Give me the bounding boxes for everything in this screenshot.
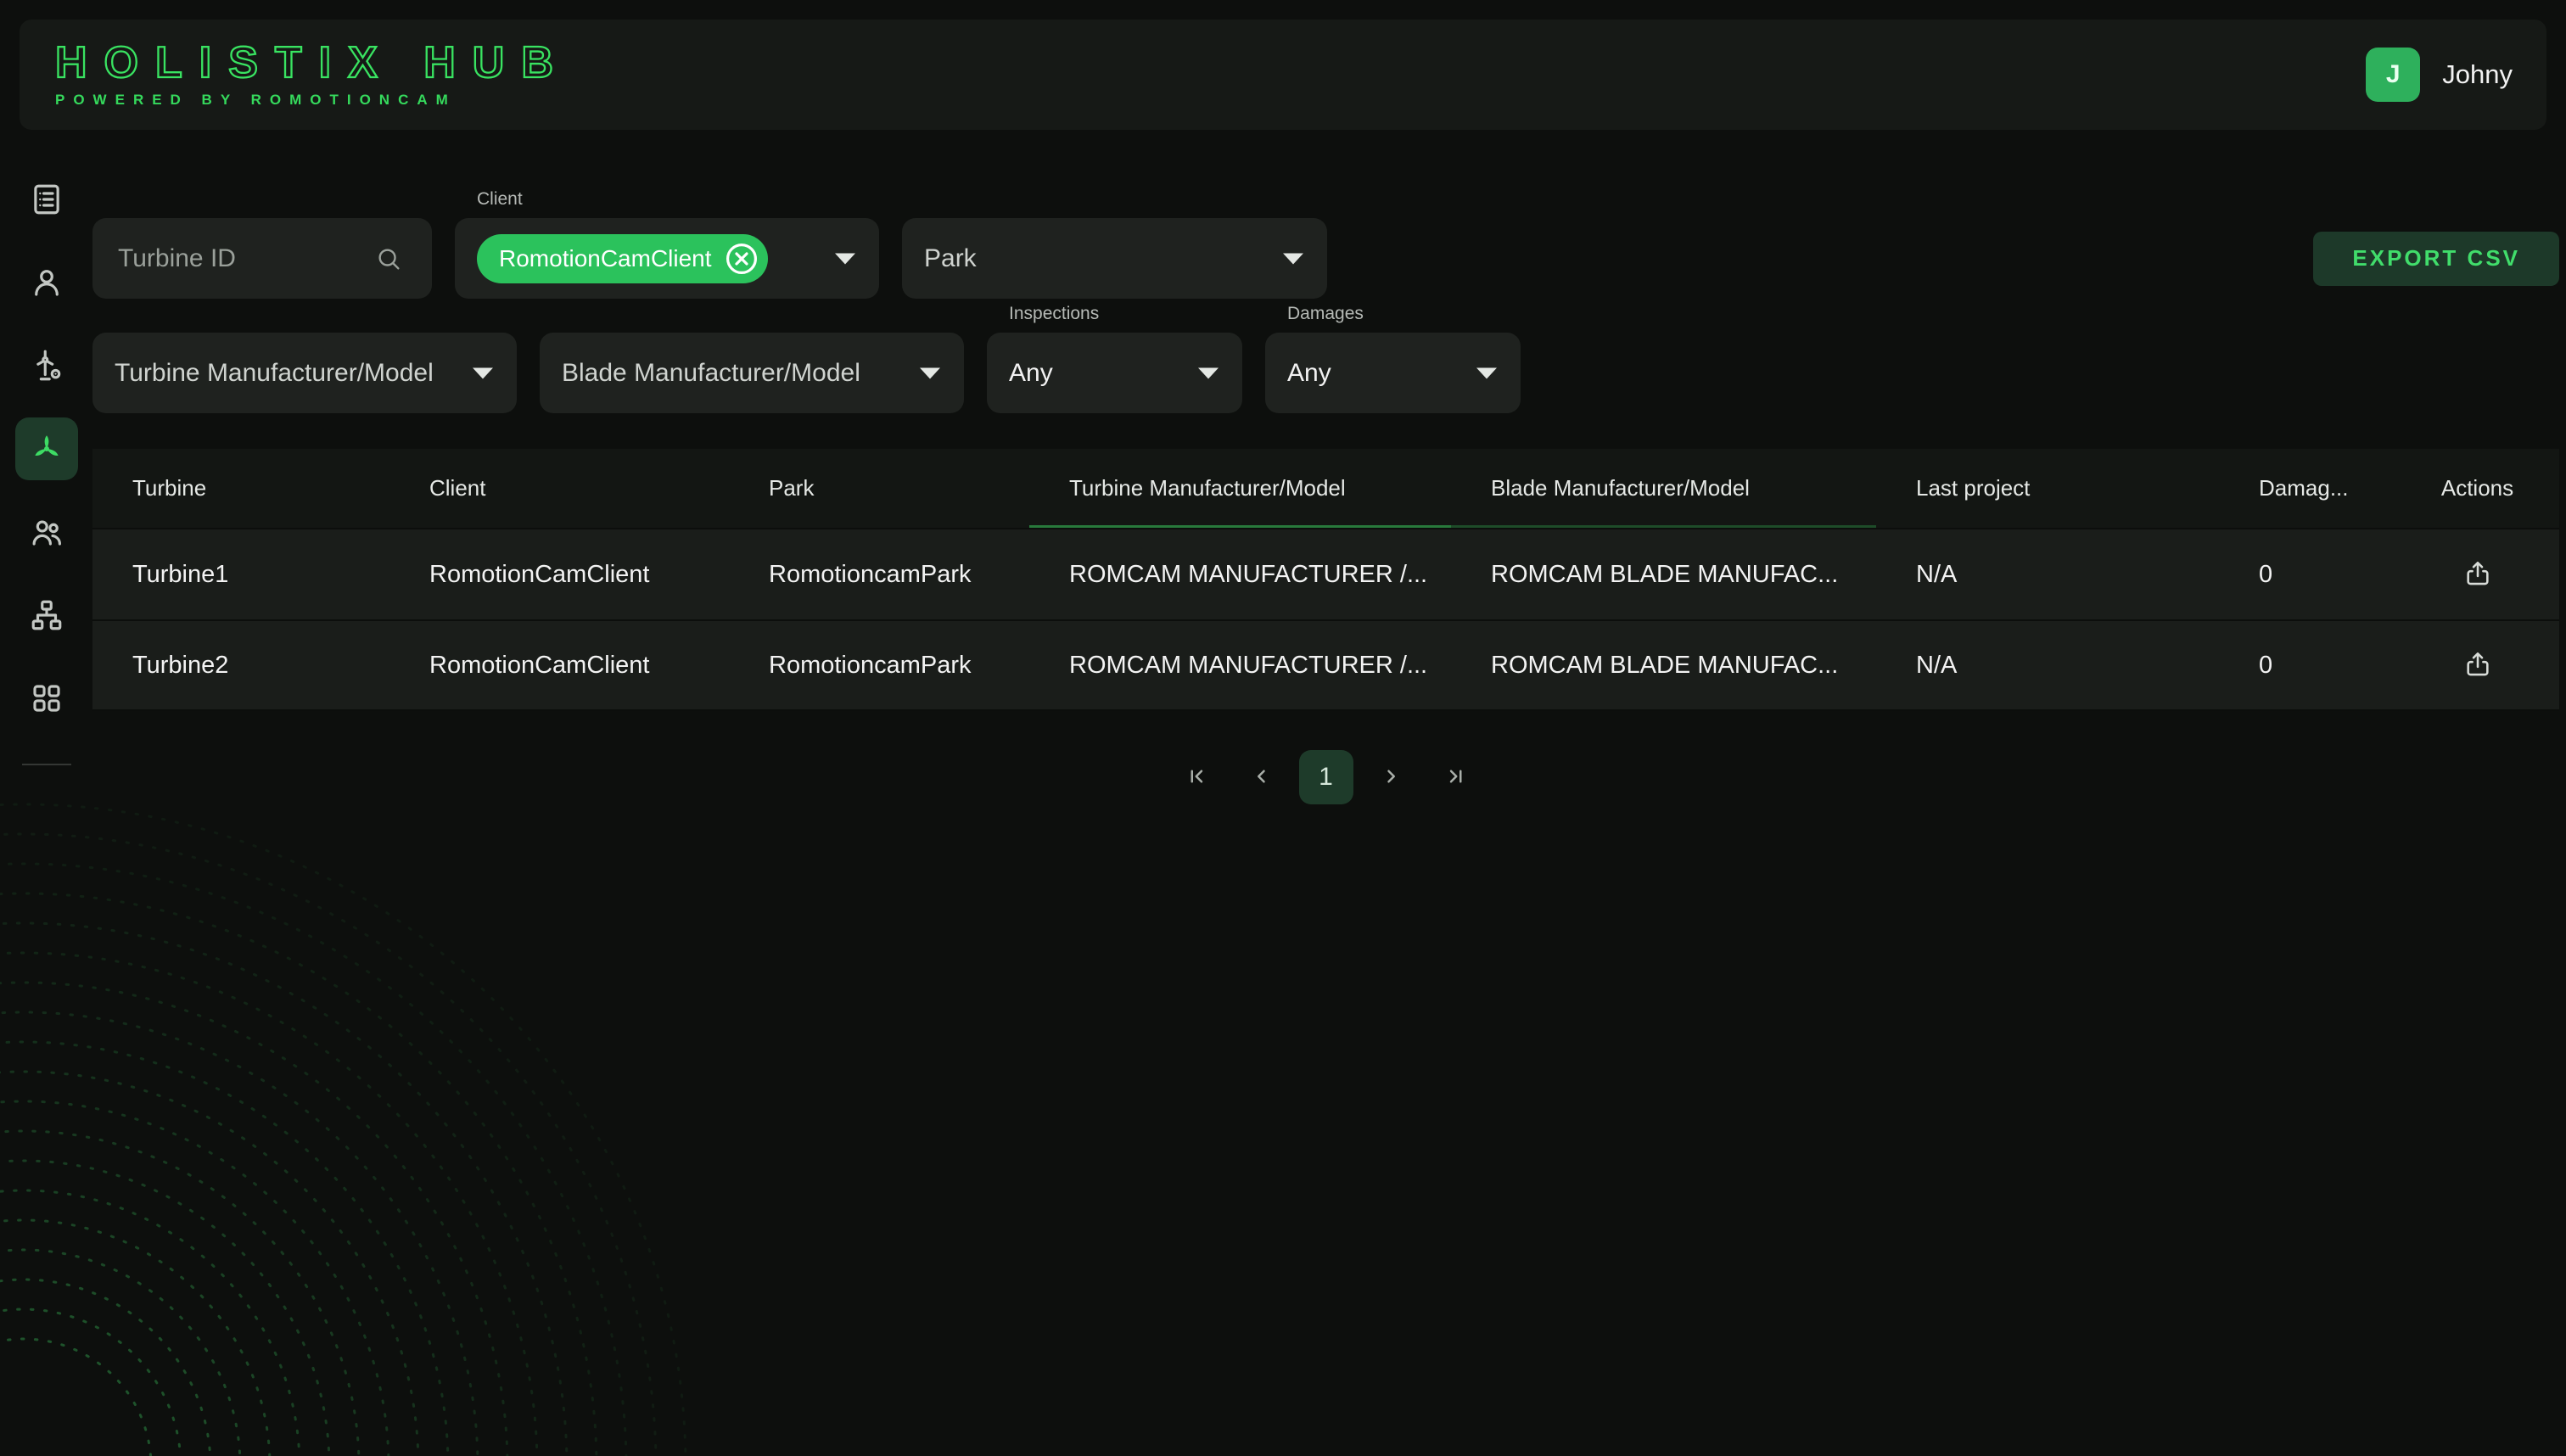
- damages-label: Damages: [1287, 304, 1364, 324]
- turbine-manufacturer-value: Turbine Manufacturer/Model: [115, 359, 434, 388]
- prev-page-button[interactable]: [1235, 750, 1289, 804]
- app-header: HOLISTIX HUB POWERED BY ROMOTIONCAM J Jo…: [20, 20, 2546, 130]
- cell-last-project: N/A: [1876, 561, 2219, 589]
- cell-park: RomotioncamPark: [729, 561, 1029, 589]
- table-header-row: Turbine Client Park Turbine Manufacturer…: [92, 449, 2559, 528]
- chevron-down-icon: [1198, 367, 1219, 378]
- col-damages[interactable]: Damag...: [2219, 449, 2395, 528]
- sitemap-icon: [29, 597, 64, 633]
- col-last-project[interactable]: Last project: [1876, 449, 2219, 528]
- col-blade-manufacturer[interactable]: Blade Manufacturer/Model: [1451, 449, 1876, 528]
- chip-remove-icon[interactable]: [724, 241, 759, 277]
- turbines-table: Turbine Client Park Turbine Manufacturer…: [92, 449, 2559, 711]
- sidebar-item-sitemap[interactable]: [15, 584, 78, 647]
- filters-row-1: Client RomotionCamClient Pa: [92, 218, 2559, 299]
- client-chip[interactable]: RomotionCamClient: [477, 234, 768, 283]
- filters: Client RomotionCamClient Pa: [92, 218, 2559, 413]
- logo: HOLISTIX HUB POWERED BY ROMOTIONCAM: [55, 41, 570, 109]
- park-select-value: Park: [924, 244, 977, 273]
- user-icon: [29, 265, 64, 300]
- park-select[interactable]: Park: [902, 218, 1327, 299]
- sidebar-item-clients[interactable]: [15, 251, 78, 314]
- sidebar-divider: [22, 764, 71, 765]
- cell-damages: 0: [2219, 561, 2395, 589]
- sidebar: [0, 130, 92, 765]
- cell-turbine: Turbine1: [92, 561, 389, 589]
- chevron-down-icon: [473, 367, 493, 378]
- next-page-button[interactable]: [1364, 750, 1418, 804]
- blade-manufacturer-value: Blade Manufacturer/Model: [562, 359, 860, 388]
- chevron-down-icon: [1476, 367, 1497, 378]
- logo-title: HOLISTIX HUB: [55, 41, 570, 85]
- inspections-value: Any: [1009, 359, 1053, 388]
- sidebar-item-users[interactable]: [15, 501, 78, 563]
- user-menu[interactable]: J Johny: [2366, 48, 2513, 102]
- first-page-button[interactable]: [1170, 750, 1224, 804]
- blade-manufacturer-select[interactable]: Blade Manufacturer/Model: [540, 333, 964, 413]
- table-row[interactable]: Turbine2 RomotionCamClient RomotioncamPa…: [92, 619, 2559, 711]
- sidebar-item-blades[interactable]: [15, 417, 78, 480]
- cell-park: RomotioncamPark: [729, 652, 1029, 680]
- export-row-button[interactable]: [2454, 641, 2502, 689]
- col-client[interactable]: Client: [389, 449, 729, 528]
- propeller-icon: [29, 431, 64, 467]
- table-row[interactable]: Turbine1 RomotionCamClient RomotioncamPa…: [92, 528, 2559, 619]
- export-csv-button[interactable]: EXPORT CSV: [2313, 232, 2559, 286]
- share-icon: [2463, 559, 2492, 591]
- user-name: Johny: [2442, 59, 2513, 90]
- last-page-icon: [1443, 764, 1468, 792]
- search-icon: [374, 244, 403, 273]
- damages-value: Any: [1287, 359, 1331, 388]
- cell-turbine-manufacturer: ROMCAM MANUFACTURER /...: [1029, 561, 1451, 589]
- col-actions: Actions: [2395, 449, 2559, 528]
- report-icon: [29, 182, 64, 217]
- cell-turbine: Turbine2: [92, 652, 389, 680]
- inspections-label: Inspections: [1009, 304, 1099, 324]
- cell-damages: 0: [2219, 652, 2395, 680]
- col-turbine-manufacturer[interactable]: Turbine Manufacturer/Model: [1029, 449, 1451, 528]
- col-park[interactable]: Park: [729, 449, 1029, 528]
- last-page-button[interactable]: [1428, 750, 1482, 804]
- chevron-down-icon: [920, 367, 940, 378]
- damages-select[interactable]: Damages Any: [1265, 333, 1521, 413]
- cell-last-project: N/A: [1876, 652, 2219, 680]
- sidebar-item-reports[interactable]: [15, 168, 78, 231]
- inspections-select[interactable]: Inspections Any: [987, 333, 1242, 413]
- chevron-left-icon: [1249, 764, 1275, 792]
- users-icon: [29, 514, 64, 550]
- client-label: Client: [477, 189, 523, 210]
- client-chip-label: RomotionCamClient: [499, 245, 712, 272]
- export-row-button[interactable]: [2454, 551, 2502, 598]
- sidebar-item-apps[interactable]: [15, 667, 78, 730]
- turbine-id-field: [92, 218, 432, 299]
- filters-row-2: Turbine Manufacturer/Model Blade Manufac…: [92, 333, 2559, 413]
- logo-subtitle: POWERED BY ROMOTIONCAM: [55, 92, 570, 109]
- sidebar-item-turbines[interactable]: [15, 334, 78, 397]
- cell-client: RomotionCamClient: [389, 652, 729, 680]
- apps-grid-icon: [29, 680, 64, 716]
- share-icon: [2463, 650, 2492, 681]
- chevron-down-icon: [1283, 253, 1303, 264]
- decorative-dots: [0, 794, 933, 1456]
- chevron-down-icon: [835, 253, 855, 264]
- cell-blade-manufacturer: ROMCAM BLADE MANUFAC...: [1451, 652, 1876, 680]
- first-page-icon: [1185, 764, 1210, 792]
- client-select[interactable]: Client RomotionCamClient: [455, 218, 879, 299]
- cell-blade-manufacturer: ROMCAM BLADE MANUFAC...: [1451, 561, 1876, 589]
- current-page-button[interactable]: 1: [1299, 750, 1353, 804]
- chevron-right-icon: [1378, 764, 1403, 792]
- main-content: Client RomotionCamClient Pa: [92, 130, 2559, 804]
- turbine-manufacturer-select[interactable]: Turbine Manufacturer/Model: [92, 333, 517, 413]
- pagination: 1: [92, 750, 2559, 804]
- cell-client: RomotionCamClient: [389, 561, 729, 589]
- avatar[interactable]: J: [2366, 48, 2420, 102]
- col-turbine[interactable]: Turbine: [92, 449, 389, 528]
- turbine-gear-icon: [29, 348, 64, 384]
- cell-turbine-manufacturer: ROMCAM MANUFACTURER /...: [1029, 652, 1451, 680]
